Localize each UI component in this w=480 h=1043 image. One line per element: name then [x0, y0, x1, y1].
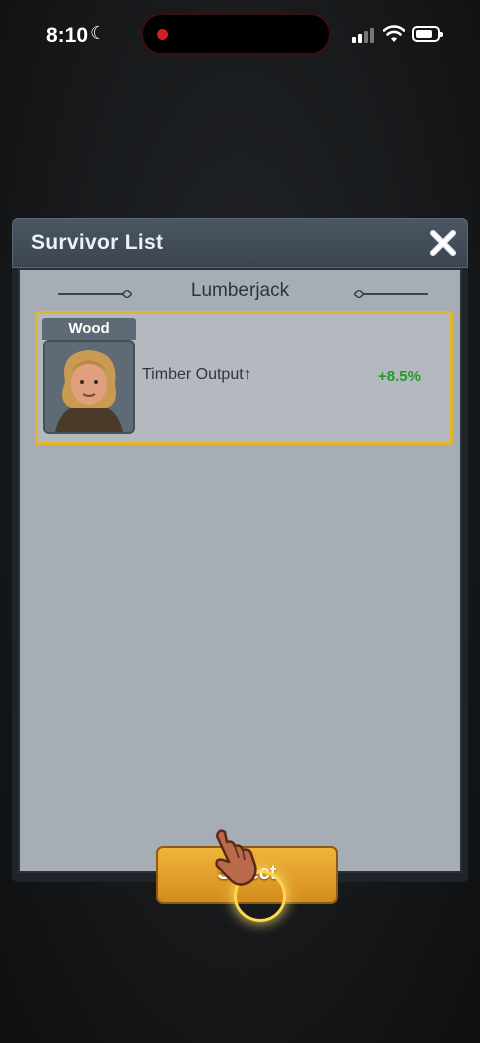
- status-time: 8:10: [46, 24, 89, 47]
- divider-ornament-right: [354, 290, 428, 298]
- survivor-tag: Wood: [42, 318, 136, 340]
- dialog-title: Survivor List: [31, 231, 164, 254]
- wifi-icon: [383, 25, 405, 42]
- survivor-stat-label: Timber Output↑: [142, 366, 252, 383]
- moon-icon: ☾: [90, 23, 107, 43]
- close-icon[interactable]: [427, 227, 459, 259]
- dialog-header: Survivor List: [12, 218, 468, 268]
- dialog-body: Lumberjack Wood Timber Output↑ +8.5%: [12, 268, 468, 922]
- dynamic-island: [141, 13, 331, 55]
- recording-dot-icon: [157, 29, 168, 40]
- survivor-card[interactable]: Wood Timber Output↑ +8.5%: [35, 311, 453, 445]
- survivor-portrait-image: [45, 342, 133, 432]
- battery-icon: [412, 26, 443, 42]
- status-bar: 8:10 ☾: [0, 0, 480, 70]
- survivor-stat-value: +8.5%: [378, 368, 421, 385]
- survivor-list-dialog: Survivor List Lumberjack Wood Timber Out…: [12, 218, 468, 922]
- survivor-panel: Lumberjack Wood Timber Output↑ +8.5%: [18, 268, 462, 922]
- survivor-portrait: [43, 340, 135, 434]
- section-header: Lumberjack: [20, 278, 460, 308]
- pointer-hand-icon: [215, 829, 257, 886]
- signal-icon: [352, 27, 378, 43]
